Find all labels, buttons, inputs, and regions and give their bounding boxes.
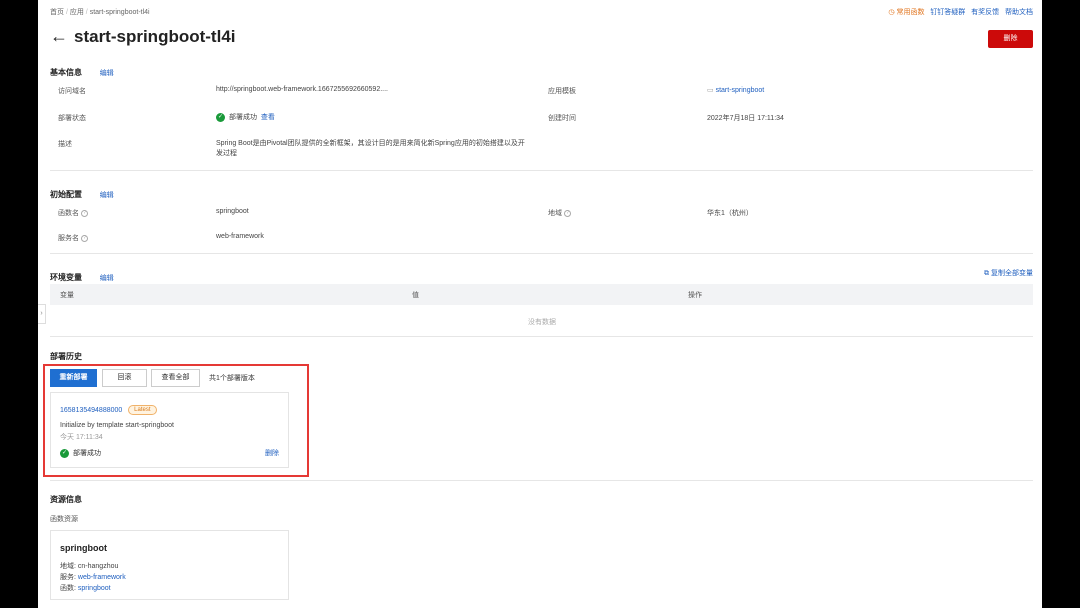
col-var: 变量 (60, 292, 74, 299)
dingtalk-link[interactable]: 钉钉答疑群 (930, 9, 965, 16)
common-functions-link[interactable]: 常用函数 (896, 9, 924, 16)
func-name-label: 函数名? (58, 208, 88, 218)
env-title: 环境变量 (50, 273, 82, 282)
col-action: 操作 (688, 292, 702, 299)
help-link[interactable]: 帮助文档 (1005, 9, 1033, 16)
env-edit-link[interactable]: 编辑 (100, 275, 114, 282)
latest-badge: Latest (128, 405, 157, 415)
desc-line-2: 发过程 (216, 150, 237, 157)
deploy-history-title: 部署历史 (50, 352, 82, 361)
env-table-header: 变量 值 操作 (50, 284, 1033, 305)
deploy-item-status: ✓ 部署成功 (60, 448, 101, 458)
deploy-status: ✓ 部署成功 查看 (216, 112, 275, 122)
breadcrumb-current: start-springboot-tl4i (89, 9, 150, 16)
init-edit-link[interactable]: 编辑 (100, 192, 114, 199)
col-value: 值 (412, 292, 419, 299)
rollback-button[interactable]: 回滚 (102, 369, 147, 387)
resource-service-link[interactable]: web-framework (78, 574, 126, 581)
clock-icon: ◷ (888, 9, 895, 16)
deploy-time: 今天 17:11:34 (60, 434, 103, 441)
created-value: 2022年7月18日 17:11:34 (707, 115, 784, 122)
template-label: 应用模板 (548, 88, 576, 95)
domain-label: 访问域名 (58, 88, 86, 95)
redeploy-button[interactable]: 重新部署 (50, 369, 97, 387)
deploy-item-status-text: 部署成功 (72, 450, 101, 457)
region-value: 华东1（杭州） (707, 210, 753, 217)
basic-edit-link[interactable]: 编辑 (100, 70, 114, 77)
back-arrow-icon[interactable]: ← (50, 26, 68, 47)
sidebar-toggle-chevron-icon[interactable]: › (38, 304, 46, 324)
breadcrumb-home[interactable]: 首页 (50, 9, 64, 16)
feedback-link[interactable]: 有奖反馈 (971, 9, 999, 16)
desc-label: 描述 (58, 141, 72, 148)
breadcrumb: 首页 / 应用 / start-springboot-tl4i (50, 9, 150, 16)
basic-info-title: 基本信息 (50, 68, 82, 77)
success-check-icon: ✓ (216, 112, 225, 122)
service-name-label: 服务名? (58, 233, 88, 243)
status-view-link[interactable]: 查看 (261, 114, 275, 121)
service-name-value: web-framework (216, 233, 264, 240)
region-label: 地域? (548, 208, 571, 218)
func-name-value: springboot (216, 208, 249, 215)
success-check-icon: ✓ (60, 448, 69, 458)
deploy-desc: Initialize by template start-springboot (60, 422, 174, 429)
divider (50, 480, 1033, 481)
init-config-title: 初始配置 (50, 190, 82, 199)
resource-card: springboot 地域: cn-hangzhou 服务: web-frame… (50, 530, 289, 600)
resource-service-label: 服务: (60, 574, 76, 581)
help-icon[interactable]: ? (81, 234, 88, 242)
copy-all-vars-link[interactable]: 复制全部变量 (991, 270, 1033, 277)
divider (50, 170, 1033, 171)
env-empty-text: 没有数据 (528, 319, 556, 326)
resource-region-label: 地域: (60, 563, 76, 570)
status-label: 部署状态 (58, 115, 86, 122)
delete-app-button[interactable]: 删除 (988, 30, 1033, 48)
resource-subtitle: 函数资源 (50, 516, 78, 523)
resource-card-title: springboot (60, 543, 107, 553)
copy-all-vars[interactable]: ⧉ 复制全部变量 (984, 268, 1033, 278)
deploy-count: 共1个部署版本 (209, 375, 255, 382)
copy-icon: ⧉ (984, 270, 990, 277)
template-icon: ▭ (707, 87, 714, 94)
app-page: 首页 / 应用 / start-springboot-tl4i ◷ 常用函数 钉… (38, 0, 1042, 608)
view-all-button[interactable]: 查看全部 (151, 369, 200, 387)
resource-title: 资源信息 (50, 495, 82, 504)
template-link[interactable]: start-springboot (716, 87, 765, 94)
created-label: 创建时间 (548, 115, 576, 122)
desc-line-1: Spring Boot是由Pivotal团队提供的全新框架，其设计目的是用来简化… (216, 140, 525, 147)
resource-function-link[interactable]: springboot (78, 585, 111, 592)
help-icon[interactable]: ? (81, 209, 88, 217)
resource-function-label: 函数: (60, 585, 76, 592)
help-icon[interactable]: ? (564, 209, 571, 217)
deploy-delete-link[interactable]: 删除 (265, 448, 279, 458)
resource-region-value: cn-hangzhou (77, 563, 119, 570)
breadcrumb-apps[interactable]: 应用 (70, 9, 84, 16)
divider (50, 336, 1033, 337)
desc-value: Spring Boot是由Pivotal团队提供的全新框架，其设计目的是用来简化… (216, 139, 525, 159)
domain-link[interactable]: http://springboot.web-framework.16672556… (216, 86, 388, 93)
deploy-item-card: 1658135494888000 Latest Initialize by te… (50, 392, 289, 468)
deploy-id-link[interactable]: 1658135494888000 (60, 407, 122, 414)
top-links: ◷ 常用函数 钉钉答疑群 有奖反馈 帮助文档 (888, 7, 1033, 17)
page-title: start-springboot-tl4i (74, 27, 236, 46)
status-value: 部署成功 (228, 114, 257, 121)
divider (50, 253, 1033, 254)
